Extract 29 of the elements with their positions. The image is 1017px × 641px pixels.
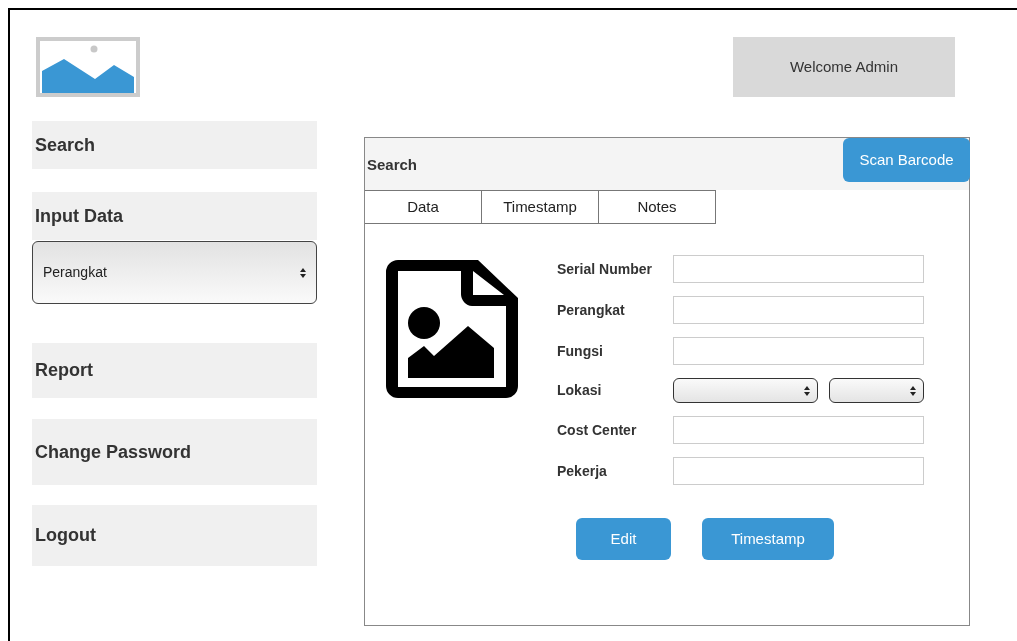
updown-arrows-icon — [300, 267, 306, 278]
sidebar-item[interactable]: Change Password — [32, 419, 317, 485]
sidebar-item[interactable]: Report — [32, 343, 317, 398]
panel-title: Search — [367, 154, 418, 175]
input-field[interactable] — [673, 416, 924, 444]
input-field[interactable] — [673, 296, 924, 324]
field-label: Perangkat — [557, 300, 626, 320]
tab[interactable]: Data — [365, 190, 482, 224]
field-label: Pekerja — [557, 461, 608, 481]
device-select[interactable]: Perangkat — [32, 241, 317, 304]
sidebar-item[interactable]: Search — [32, 121, 317, 169]
updown-arrows-icon — [910, 385, 916, 396]
field-label: Serial Number — [557, 259, 653, 279]
field-label: Lokasi — [557, 381, 603, 400]
welcome-banner: Welcome Admin — [733, 37, 955, 97]
input-field[interactable] — [673, 457, 924, 485]
field-label: Cost Center — [557, 420, 638, 440]
select-value: Perangkat — [43, 263, 107, 282]
input-field[interactable] — [673, 337, 924, 365]
field-label: Fungsi — [557, 341, 604, 361]
image-file-icon — [386, 260, 518, 398]
select-field[interactable] — [829, 378, 924, 403]
tab[interactable]: Timestamp — [482, 190, 599, 224]
updown-arrows-icon — [804, 385, 810, 396]
sidebar-item[interactable]: Input Data — [32, 192, 317, 240]
sidebar-item[interactable]: Logout — [32, 505, 317, 566]
select-field[interactable] — [673, 378, 818, 403]
tab[interactable]: Notes — [599, 190, 716, 224]
input-field[interactable] — [673, 255, 924, 283]
